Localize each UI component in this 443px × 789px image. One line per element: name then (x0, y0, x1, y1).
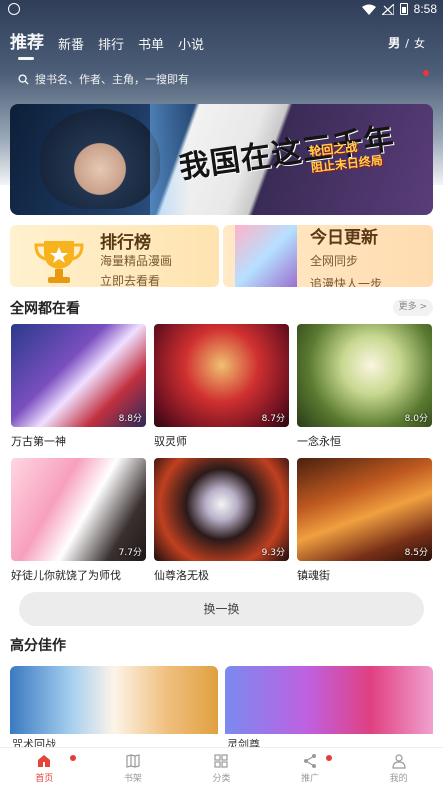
more-button[interactable]: 更多 > (392, 299, 433, 316)
nav-share[interactable]: 推广 (266, 748, 355, 789)
tab-new[interactable]: 新番 (58, 34, 84, 53)
nav-category[interactable]: 分类 (177, 748, 266, 789)
category-icon (214, 754, 229, 768)
comic-card[interactable]: 8.5分 镇魂街 (297, 458, 432, 583)
wifi-icon (361, 4, 376, 15)
comic-title: 仙尊洛无极 (154, 569, 209, 582)
section-title-highscore: 高分佳作 (10, 638, 66, 654)
comic-score: 8.7分 (261, 414, 285, 424)
top-tabs: 推荐 新番 排行 书单 小说 (10, 28, 204, 60)
comic-card[interactable]: 9.3分 仙尊洛无极 (154, 458, 289, 583)
daily-update-promo-card[interactable]: 今日更新 全网同步 追漫快人一步 (223, 225, 433, 287)
notification-icon (8, 3, 20, 15)
nav-label: 分类 (212, 774, 231, 784)
comic-title: 好徒儿你就饶了为师伐 (11, 569, 121, 582)
ranking-promo-line1: 海量精品漫画 (100, 254, 173, 268)
ranking-promo-line2: 立即去看看 (100, 274, 161, 287)
comic-card[interactable]: 8.7分 驭灵师 (154, 324, 289, 449)
banner-character-art (40, 109, 160, 209)
comic-cover: 8.0分 (297, 324, 432, 427)
nav-bookshelf[interactable]: 书架 (89, 748, 178, 789)
notification-dot (423, 70, 429, 76)
nav-label: 推广 (301, 774, 320, 784)
battery-icon (399, 3, 408, 15)
comic-title: 镇魂街 (297, 569, 330, 582)
gender-male[interactable]: 男 (388, 34, 400, 51)
tab-ranking[interactable]: 排行 (98, 34, 124, 53)
comic-score: 8.0分 (404, 414, 428, 424)
tab-novel[interactable]: 小说 (178, 34, 204, 53)
home-icon (38, 755, 51, 767)
comic-title: 驭灵师 (154, 435, 187, 448)
swap-button[interactable]: 换一换 (19, 592, 424, 626)
nav-label: 我的 (389, 774, 408, 784)
comic-title: 万古第一神 (11, 435, 66, 448)
comic-score: 8.8分 (118, 414, 142, 424)
comic-cover: 8.7分 (154, 324, 289, 427)
comic-score: 7.7分 (118, 548, 142, 558)
comic-cover: 7.7分 (11, 458, 146, 561)
status-bar: 8:58 (0, 0, 443, 20)
nav-label: 首页 (35, 774, 54, 784)
tab-booklist[interactable]: 书单 (138, 34, 164, 53)
comic-cover: 9.3分 (154, 458, 289, 561)
trophy-icon (34, 241, 84, 283)
highscore-cover[interactable] (225, 666, 433, 734)
gender-female[interactable]: 女 (414, 35, 425, 51)
comic-cover: 8.8分 (11, 324, 146, 427)
highscore-cover[interactable] (10, 666, 218, 734)
share-icon (304, 754, 317, 768)
gender-switch: 男 / 女 (388, 34, 425, 51)
tab-recommend[interactable]: 推荐 (10, 28, 44, 60)
nav-badge-dot (70, 755, 76, 761)
search-bar[interactable] (10, 66, 433, 92)
banner-subtitle: 轮回之战 阻止末日终局 (309, 136, 384, 175)
signal-icon (381, 3, 394, 15)
section-title-popular: 全网都在看 (10, 301, 80, 317)
ranking-promo-title: 排行榜 (100, 233, 151, 253)
comic-card[interactable]: 8.8分 万古第一神 (11, 324, 146, 449)
nav-badge-dot (325, 755, 332, 761)
nav-profile[interactable]: 我的 (354, 748, 443, 789)
search-input[interactable] (35, 72, 395, 86)
search-icon (18, 73, 29, 85)
bottom-navigation: 首页 书架 分类 推广 我的 (0, 747, 443, 789)
daily-update-line1: 全网同步 (310, 254, 359, 268)
daily-update-line2: 追漫快人一步 (310, 277, 383, 287)
bookshelf-icon (126, 754, 140, 768)
daily-update-art (235, 225, 297, 287)
comic-score: 9.3分 (261, 548, 285, 558)
comic-card[interactable]: 7.7分 好徒儿你就饶了为师伐 (11, 458, 146, 583)
comic-card[interactable]: 8.0分 一念永恒 (297, 324, 432, 449)
nav-home[interactable]: 首页 (0, 748, 89, 789)
status-time: 8:58 (413, 2, 437, 16)
daily-update-title: 今日更新 (310, 228, 378, 248)
comic-score: 8.5分 (404, 548, 428, 558)
comic-title: 一念永恒 (297, 435, 341, 448)
comic-cover: 8.5分 (297, 458, 432, 561)
gender-separator: / (405, 37, 409, 50)
ranking-promo-card[interactable]: 排行榜 海量精品漫画 立即去看看 (10, 225, 219, 287)
profile-icon (392, 754, 406, 769)
featured-banner[interactable]: 我国在这三千年 轮回之战 阻止末日终局 (10, 104, 433, 215)
nav-label: 书架 (123, 774, 142, 784)
